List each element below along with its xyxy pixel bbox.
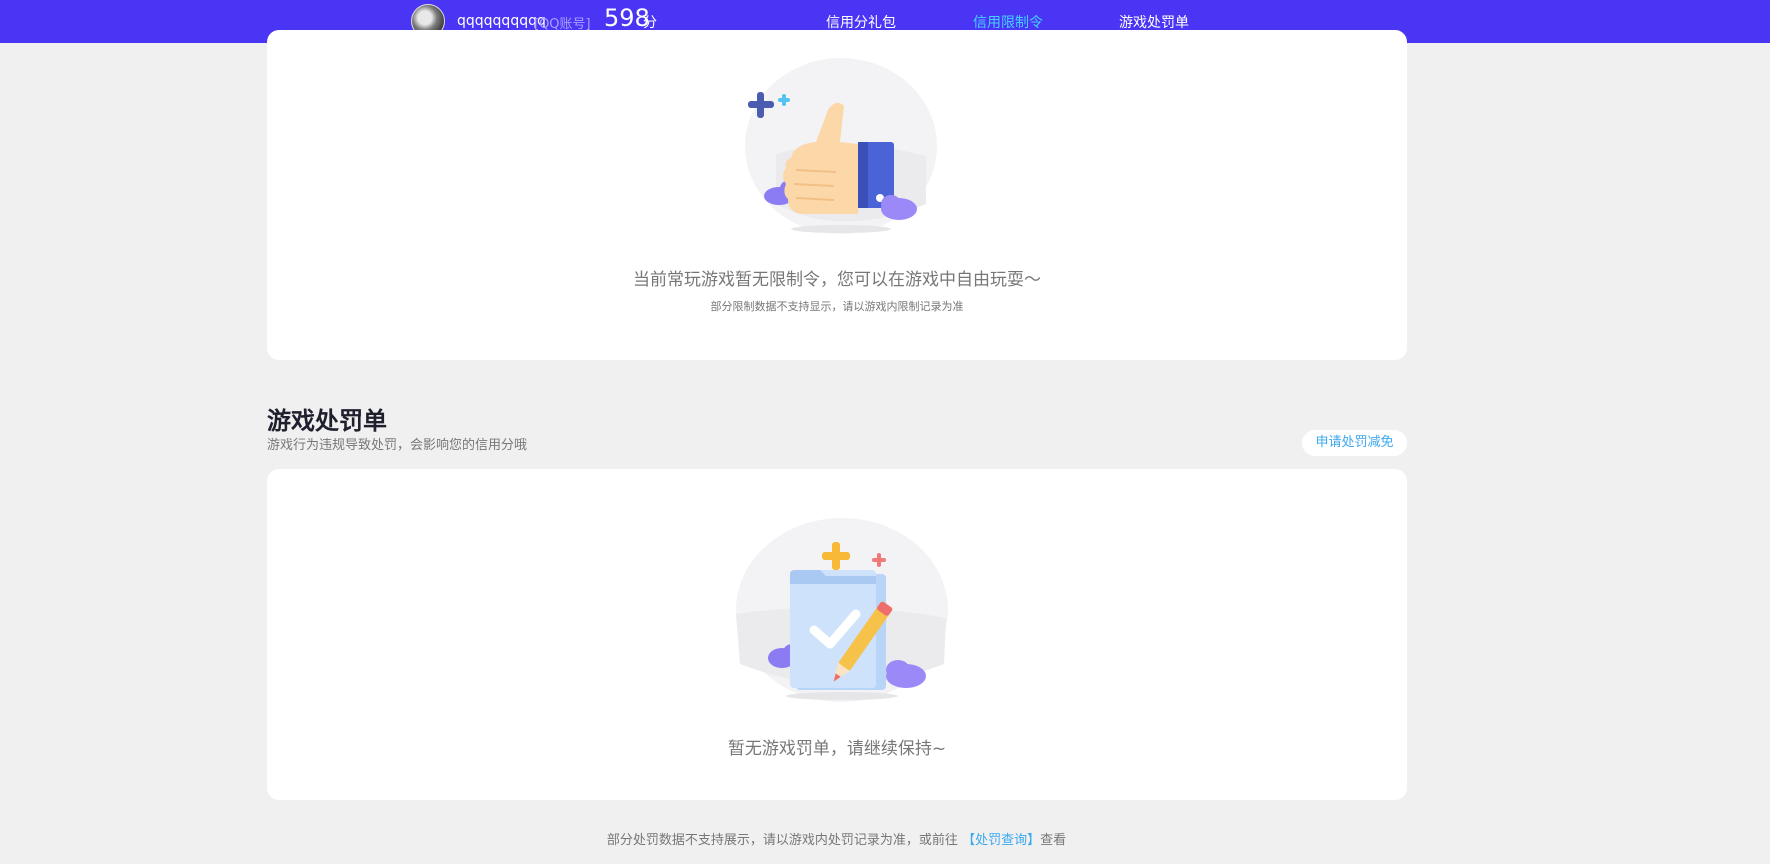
section-description: 游戏行为违规导致处罚，会影响您的信用分哦 xyxy=(267,438,528,453)
restriction-card: 当前常玩游戏暂无限制令，您可以在游戏中自由玩耍～ 部分限制数据不支持显示，请以游… xyxy=(267,30,1407,360)
restriction-data-note: 部分限制数据不支持显示，请以游戏内限制记录为准 xyxy=(710,300,964,313)
nav-tab-credit-restriction[interactable]: 信用限制令 xyxy=(973,12,1043,32)
nav-tab-credit-gift[interactable]: 信用分礼包 xyxy=(826,12,896,32)
username: qqqqqqqqqq xyxy=(457,13,546,29)
penalty-query-link[interactable]: 【处罚查询】 xyxy=(962,833,1040,848)
section-title: 游戏处罚单 xyxy=(267,407,387,435)
no-penalty-message: 暂无游戏罚单，请继续保持~ xyxy=(727,739,947,759)
credit-score-unit: 分 xyxy=(643,15,657,31)
apply-penalty-reduction-button[interactable]: 申请处罚减免 xyxy=(1302,430,1407,456)
footer-note-suffix: 查看 xyxy=(1040,833,1067,848)
penalty-card: 暂无游戏罚单，请继续保持~ xyxy=(267,469,1407,800)
thumbs-up-illustration xyxy=(745,58,937,234)
no-restriction-message: 当前常玩游戏暂无限制令，您可以在游戏中自由玩耍～ xyxy=(633,270,1041,290)
nav-tab-game-penalty[interactable]: 游戏处罚单 xyxy=(1119,12,1189,32)
footer-note: 部分处罚数据不支持展示，请以游戏内处罚记录为准，或前往 【处罚查询】查看 xyxy=(0,829,1673,848)
clipboard-pencil-illustration xyxy=(736,518,948,702)
footer-note-text: 部分处罚数据不支持展示，请以游戏内处罚记录为准，或前往 xyxy=(606,833,958,848)
